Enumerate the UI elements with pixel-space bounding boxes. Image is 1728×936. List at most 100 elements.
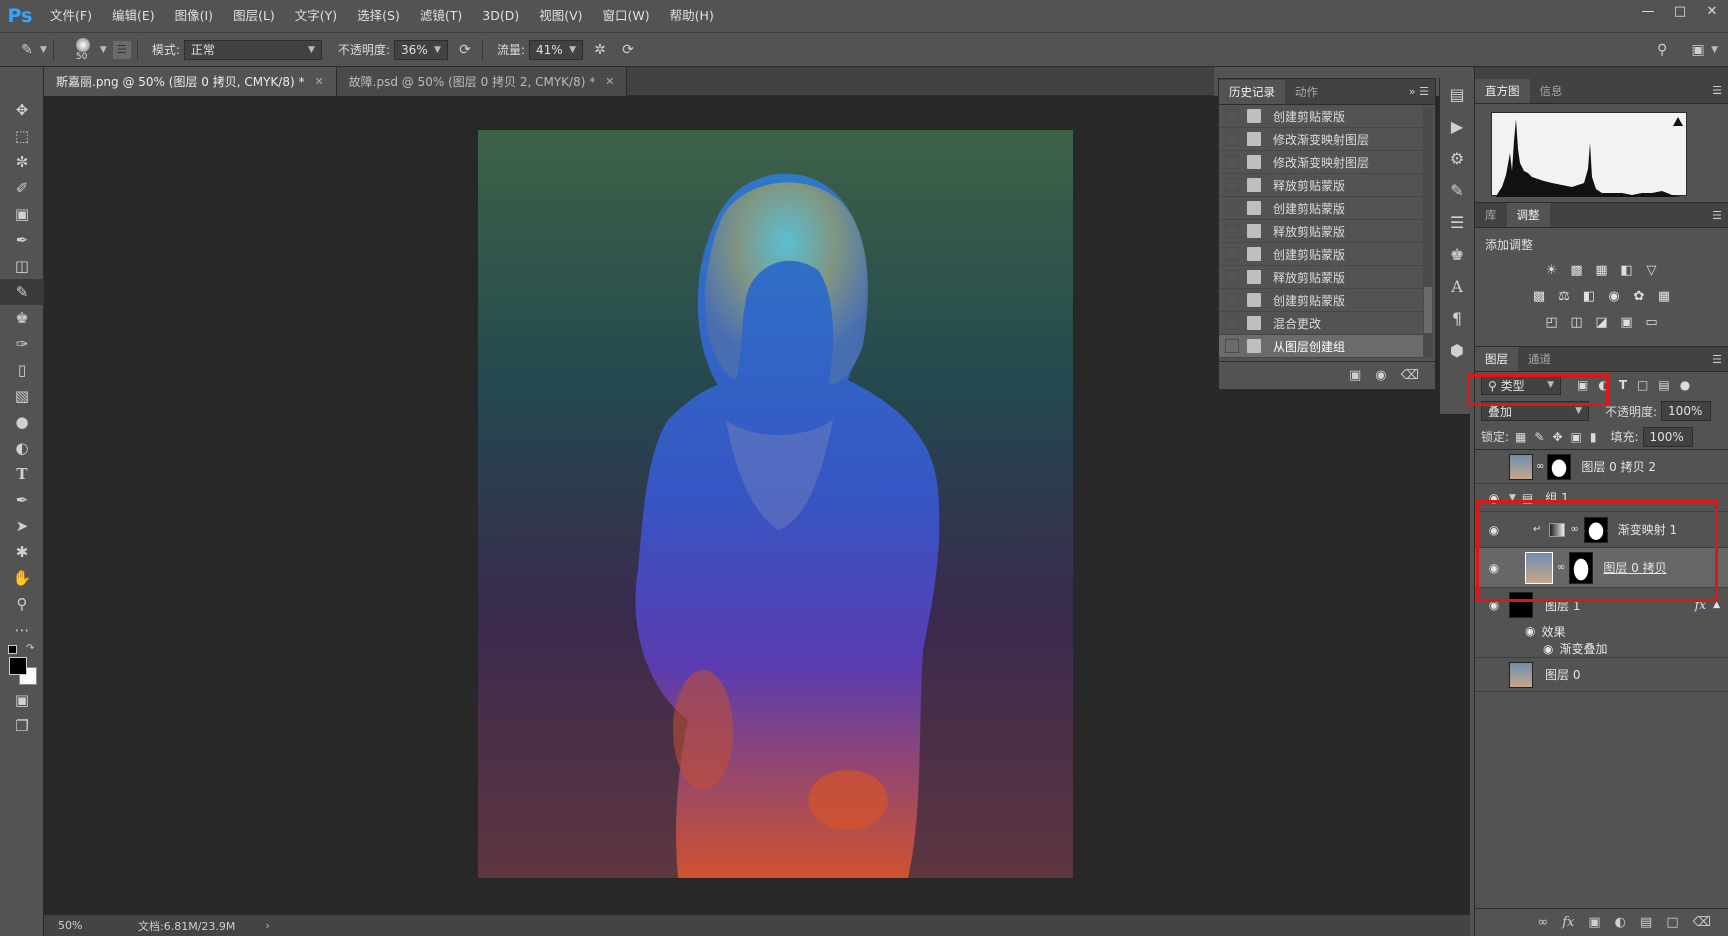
black-white-icon[interactable]: ◧: [1580, 287, 1598, 305]
history-item-selected[interactable]: 从图层创建组: [1219, 335, 1423, 358]
color-balance-icon[interactable]: ⚖: [1555, 287, 1573, 305]
brush-tool-icon[interactable]: ✎: [0, 279, 44, 305]
snapshot-checkbox[interactable]: [1225, 270, 1239, 284]
tab-adjustments[interactable]: 调整: [1506, 203, 1550, 227]
quick-mask-icon[interactable]: ▣: [0, 687, 44, 713]
add-style-fx-icon[interactable]: fx: [1562, 915, 1574, 930]
panel-menu-icon[interactable]: ☰: [1712, 353, 1722, 366]
chevron-right-icon[interactable]: ›: [265, 919, 269, 932]
move-tool-icon[interactable]: ✥: [0, 97, 44, 123]
eye-icon[interactable]: ◉: [1543, 642, 1553, 656]
filter-smart-object-icon[interactable]: ▤: [1658, 378, 1669, 392]
brush-panel-icon[interactable]: ☰: [112, 40, 131, 59]
exposure-icon[interactable]: ◧: [1618, 261, 1636, 279]
menu-edit[interactable]: 编辑(E): [102, 0, 165, 32]
marquee-tool-icon[interactable]: ⬚: [0, 123, 44, 149]
history-item[interactable]: 创建剪贴蒙版: [1219, 289, 1423, 312]
character-icon[interactable]: A: [1440, 270, 1474, 302]
crop-tool-icon[interactable]: ▣: [0, 201, 44, 227]
snapshot-checkbox[interactable]: [1225, 247, 1239, 261]
history-item[interactable]: 创建剪贴蒙版: [1219, 197, 1423, 220]
mode-select[interactable]: 正常 ▼: [183, 39, 322, 60]
snapshot-checkbox[interactable]: [1225, 132, 1239, 146]
document-canvas[interactable]: [478, 130, 1073, 878]
adjustments-sliders-icon[interactable]: ☰: [1440, 206, 1474, 238]
lasso-tool-icon[interactable]: ✼: [0, 149, 44, 175]
filter-shape-icon[interactable]: □: [1637, 378, 1648, 392]
snapshot-checkbox[interactable]: [1225, 339, 1239, 353]
invert-icon[interactable]: ◰: [1543, 313, 1561, 331]
workspace-icon[interactable]: ▣: [1687, 39, 1709, 61]
snapshot-checkbox[interactable]: [1225, 109, 1239, 123]
menu-select[interactable]: 选择(S): [347, 0, 410, 32]
layer-row-copy2[interactable]: ∞ 图层 0 拷贝 2: [1475, 450, 1728, 484]
hand-tool-icon[interactable]: ✋: [0, 565, 44, 591]
color-swatches[interactable]: ↷: [0, 643, 44, 687]
history-panel-icon[interactable]: ▤: [1440, 78, 1474, 110]
lock-position-icon[interactable]: ✥: [1552, 430, 1562, 444]
trash-icon[interactable]: ⌫: [1401, 368, 1419, 383]
eyedropper-tool-icon[interactable]: ✒: [0, 227, 44, 253]
add-mask-icon[interactable]: ▣: [1588, 915, 1600, 930]
history-item[interactable]: 修改渐变映射图层: [1219, 151, 1423, 174]
menu-image[interactable]: 图像(I): [165, 0, 223, 32]
minimize-button[interactable]: —: [1632, 0, 1664, 22]
gradient-overlay-effect-row[interactable]: ◉ 渐变叠加: [1475, 640, 1728, 658]
close-tab-icon[interactable]: ✕: [605, 75, 614, 88]
snapshot-checkbox[interactable]: [1225, 316, 1239, 330]
scrollbar-thumb[interactable]: [1424, 287, 1432, 333]
fill-input[interactable]: 100%: [1642, 426, 1693, 447]
tab-channels[interactable]: 通道: [1518, 347, 1561, 371]
brightness-icon[interactable]: ☀: [1543, 261, 1561, 279]
more-tools-icon[interactable]: ⋯: [0, 617, 44, 643]
blur-tool-icon[interactable]: ●: [0, 409, 44, 435]
filter-toggle-icon[interactable]: ●: [1680, 378, 1690, 392]
posterize-icon[interactable]: ◫: [1568, 313, 1586, 331]
layer-row-layer0[interactable]: 图层 0: [1475, 658, 1728, 692]
type-tool-icon[interactable]: T: [0, 461, 44, 487]
default-colors-icon[interactable]: [8, 645, 17, 654]
tab-histogram[interactable]: 直方图: [1475, 79, 1530, 103]
brush-settings-icon[interactable]: ✎: [1440, 174, 1474, 206]
photo-filter-icon[interactable]: ◉: [1605, 287, 1623, 305]
eye-icon[interactable]: ◉: [1525, 624, 1535, 638]
gradient-tool-icon[interactable]: ▧: [0, 383, 44, 409]
flow-input[interactable]: 41% ▼: [528, 39, 583, 60]
trash-icon[interactable]: ⌫: [1693, 915, 1711, 930]
search-icon[interactable]: ⚲: [1651, 39, 1673, 61]
history-brush-tool-icon[interactable]: ✑: [0, 331, 44, 357]
threshold-icon[interactable]: ◪: [1593, 313, 1611, 331]
menu-type[interactable]: 文字(Y): [285, 0, 347, 32]
panel-menu-icon[interactable]: ☰: [1712, 84, 1722, 97]
quick-select-tool-icon[interactable]: ✐: [0, 175, 44, 201]
chevron-down-icon[interactable]: ▼: [1711, 45, 1718, 55]
dodge-tool-icon[interactable]: ◐: [0, 435, 44, 461]
color-lookup-icon[interactable]: ▦: [1655, 287, 1673, 305]
curves-icon[interactable]: ▦: [1593, 261, 1611, 279]
tab-info[interactable]: 信息: [1530, 79, 1573, 103]
layer-opacity-input[interactable]: 100%: [1661, 401, 1712, 421]
lock-transparent-icon[interactable]: ▦: [1515, 430, 1526, 444]
foreground-color-swatch[interactable]: [9, 657, 27, 675]
history-item[interactable]: 释放剪贴蒙版: [1219, 266, 1423, 289]
menu-3d[interactable]: 3D(D): [472, 0, 529, 32]
link-layers-icon[interactable]: ∞: [1537, 915, 1548, 930]
properties-icon[interactable]: ⚙: [1440, 142, 1474, 174]
new-layer-icon[interactable]: □: [1666, 915, 1678, 930]
snapshot-checkbox[interactable]: [1225, 201, 1239, 215]
lock-all-icon[interactable]: ▮: [1590, 430, 1597, 444]
clone-source-icon[interactable]: ♚: [1440, 238, 1474, 270]
menu-filter[interactable]: 滤镜(T): [410, 0, 472, 32]
layer-effects-row[interactable]: ◉ 效果: [1475, 622, 1728, 640]
path-select-tool-icon[interactable]: ➤: [0, 513, 44, 539]
brush-size-picker[interactable]: 50: [66, 35, 100, 65]
history-item[interactable]: 释放剪贴蒙版: [1219, 174, 1423, 197]
panel-menu-icon[interactable]: » ☰: [1409, 85, 1429, 98]
opacity-input[interactable]: 36% ▼: [393, 39, 448, 60]
3d-icon[interactable]: ⬢: [1440, 334, 1474, 366]
swap-colors-icon[interactable]: ↷: [26, 643, 34, 654]
new-document-from-state-icon[interactable]: ▣: [1349, 368, 1361, 383]
menu-file[interactable]: 文件(F): [40, 0, 102, 32]
pressure-size-icon[interactable]: ⟳: [617, 39, 639, 61]
screen-mode-icon[interactable]: ❐: [0, 713, 44, 739]
